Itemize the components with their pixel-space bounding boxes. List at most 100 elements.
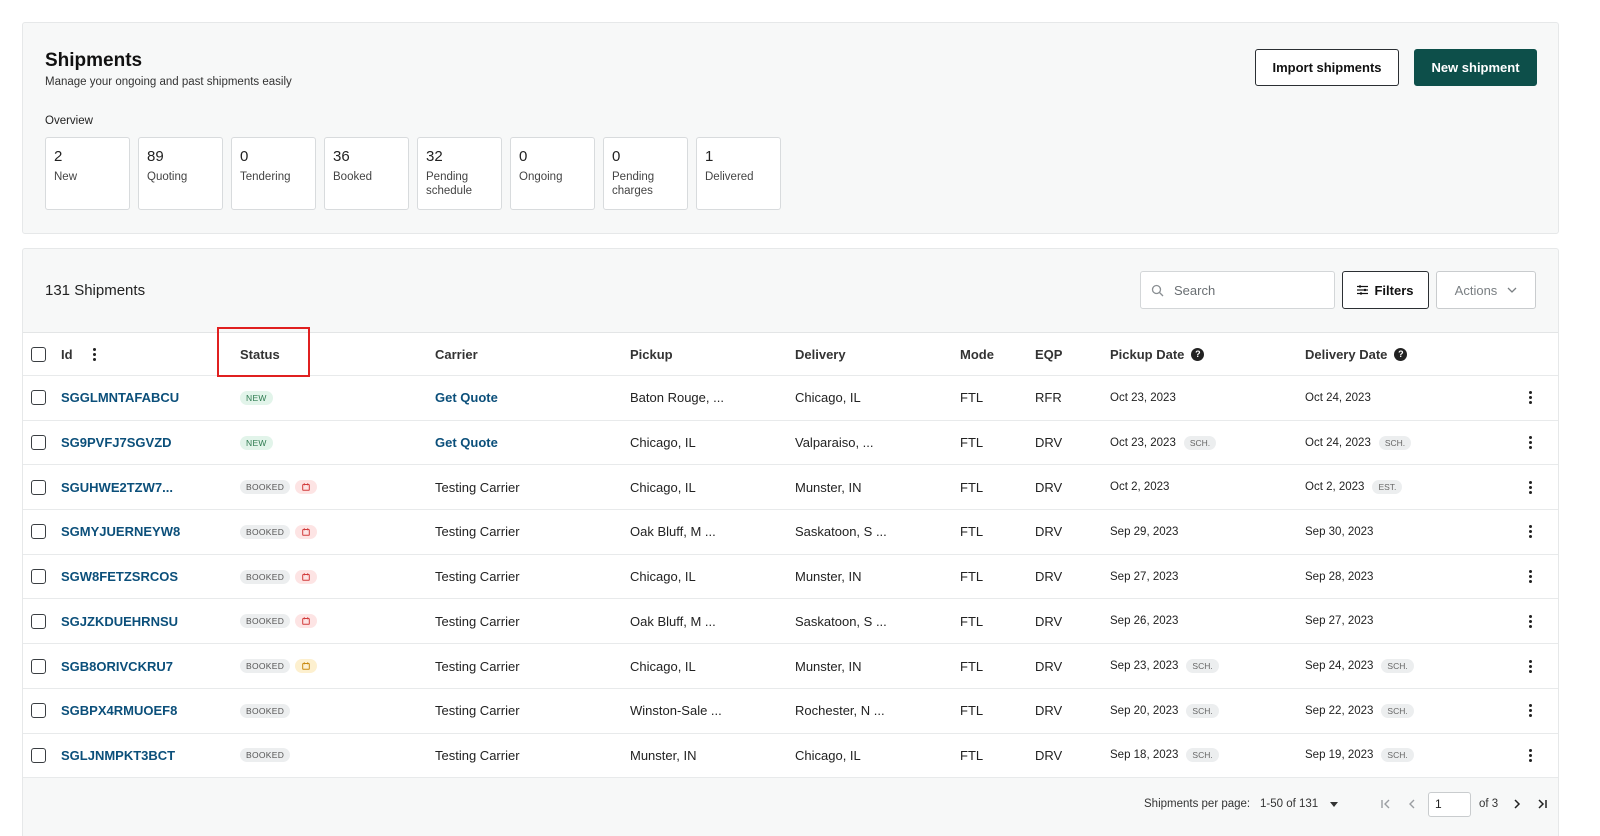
delivery-date: Oct 24, 2023 bbox=[1305, 391, 1371, 404]
overview-stat-card[interactable]: 0 Tendering bbox=[231, 137, 316, 210]
pagination: Shipments per page: 1-50 of 131 of 3 bbox=[23, 789, 1558, 819]
shipment-id-link[interactable]: SGBPX4RMUOEF8 bbox=[61, 703, 177, 718]
overview-stat-card[interactable]: 0 Ongoing bbox=[510, 137, 595, 210]
row-checkbox[interactable] bbox=[31, 569, 46, 585]
eqp-value: RFR bbox=[1035, 390, 1062, 406]
delivery-date-cell: Sep 30, 2023 bbox=[1305, 510, 1373, 554]
overview-stat-card[interactable]: 32 Pending schedule bbox=[417, 137, 502, 210]
stat-value: 2 bbox=[54, 148, 63, 165]
delivery-date: Sep 22, 2023 bbox=[1305, 704, 1374, 717]
column-header-carrier[interactable]: Carrier bbox=[435, 333, 478, 375]
column-header-pickup[interactable]: Pickup bbox=[630, 333, 673, 375]
table-row[interactable]: SGBPX4RMUOEF8 BOOKED Testing Carrier Winsto… bbox=[23, 689, 1558, 734]
next-page-button[interactable] bbox=[1512, 789, 1522, 819]
filters-button[interactable]: Filters bbox=[1342, 271, 1429, 309]
status-column-highlight bbox=[217, 327, 310, 377]
eqp-value: DRV bbox=[1035, 435, 1063, 451]
column-header-mode[interactable]: Mode bbox=[960, 333, 994, 375]
row-menu-kebab-icon[interactable] bbox=[1529, 436, 1532, 450]
row-checkbox[interactable] bbox=[31, 658, 46, 674]
row-menu-kebab-icon[interactable] bbox=[1529, 525, 1532, 539]
search-input[interactable] bbox=[1174, 282, 1324, 298]
row-checkbox[interactable] bbox=[31, 524, 46, 540]
kebab-icon[interactable] bbox=[92, 347, 96, 361]
row-menu-kebab-icon[interactable] bbox=[1529, 659, 1532, 673]
stat-label: Delivered bbox=[705, 171, 754, 183]
help-icon[interactable]: ? bbox=[1394, 347, 1408, 361]
select-all-checkbox[interactable] bbox=[31, 346, 46, 362]
calendar-icon bbox=[302, 662, 310, 670]
table-row[interactable]: SGMYJUERNEYW8 BOOKED Testing Carrier Oak Bl… bbox=[23, 510, 1558, 555]
row-menu-kebab-icon[interactable] bbox=[1529, 480, 1532, 494]
column-header-delivery[interactable]: Delivery bbox=[795, 333, 846, 375]
import-shipments-button[interactable]: Import shipments bbox=[1255, 49, 1399, 86]
status-cell: BOOKED bbox=[240, 465, 318, 509]
column-header-eqp[interactable]: EQP bbox=[1035, 333, 1062, 375]
schedule-alert-badge[interactable] bbox=[295, 524, 318, 539]
pickup-date-cell: Sep 29, 2023 bbox=[1110, 510, 1178, 554]
last-page-button[interactable] bbox=[1536, 789, 1548, 819]
table-row[interactable]: SGLJNMPKT3BCT BOOKED Testing Carrier Munste… bbox=[23, 734, 1558, 779]
actions-dropdown[interactable]: Actions bbox=[1436, 271, 1536, 309]
get-quote-link[interactable]: Get Quote bbox=[435, 435, 498, 450]
row-checkbox[interactable] bbox=[31, 613, 46, 629]
row-checkbox[interactable] bbox=[31, 435, 46, 451]
new-shipment-button[interactable]: New shipment bbox=[1414, 49, 1537, 86]
shipment-id-link[interactable]: SGB8ORIVCKRU7 bbox=[61, 659, 173, 674]
overview-stat-card[interactable]: 36 Booked bbox=[324, 137, 409, 210]
row-checkbox[interactable] bbox=[31, 390, 46, 406]
shipment-id-link[interactable]: SGMYJUERNEYW8 bbox=[61, 524, 180, 539]
overview-stat-card[interactable]: 1 Delivered bbox=[696, 137, 781, 210]
table-row[interactable]: SGB8ORIVCKRU7 BOOKED Testing Carrier Chicag… bbox=[23, 644, 1558, 689]
row-checkbox[interactable] bbox=[31, 479, 46, 495]
carrier-name: Testing Carrier bbox=[435, 613, 520, 629]
mode-value: FTL bbox=[960, 747, 984, 763]
row-menu-kebab-icon[interactable] bbox=[1529, 391, 1532, 405]
overview-stat-card[interactable]: 89 Quoting bbox=[138, 137, 223, 210]
table-row[interactable]: SG9PVFJ7SGVZD NEW Get Quote Chicago, IL Valp… bbox=[23, 421, 1558, 466]
shipment-id-link[interactable]: SGLJNMPKT3BCT bbox=[61, 748, 175, 763]
schedule-alert-badge[interactable] bbox=[295, 480, 318, 495]
shipment-id-link[interactable]: SGGLMNTAFABCU bbox=[61, 390, 179, 405]
table-row[interactable]: SGUHWE2TZW7... BOOKED Testing Carrier Chica… bbox=[23, 465, 1558, 511]
table-row[interactable]: SGGLMNTAFABCU NEW Get Quote Baton Rouge, ..… bbox=[23, 376, 1558, 421]
get-quote-link[interactable]: Get Quote bbox=[435, 390, 498, 405]
mode-value: FTL bbox=[960, 569, 984, 585]
row-menu-kebab-icon[interactable] bbox=[1529, 570, 1532, 584]
calendar-icon bbox=[302, 483, 310, 492]
shipment-id-link[interactable]: SGW8FETZSRCOS bbox=[61, 569, 178, 584]
shipment-id-link[interactable]: SGUHWE2TZW7... bbox=[61, 480, 173, 495]
page-number-input[interactable] bbox=[1428, 791, 1471, 817]
row-menu-kebab-icon[interactable] bbox=[1529, 614, 1532, 628]
row-menu-kebab-icon[interactable] bbox=[1529, 704, 1532, 718]
table-row[interactable]: SGW8FETZSRCOS BOOKED Testing Carrier Chicag… bbox=[23, 555, 1558, 600]
pickup-location: Munster, IN bbox=[630, 747, 697, 763]
page-title: Shipments bbox=[45, 50, 143, 71]
pickup-location: Oak Bluff, M ... bbox=[630, 613, 716, 629]
stat-value: 89 bbox=[147, 148, 164, 165]
schedule-alert-badge[interactable] bbox=[295, 659, 318, 674]
last-page-icon bbox=[1538, 799, 1547, 809]
shipment-id-link[interactable]: SGJZKDUEHRNSU bbox=[61, 614, 178, 629]
eqp-value: DRV bbox=[1035, 613, 1063, 629]
schedule-alert-badge[interactable] bbox=[295, 614, 318, 629]
schedule-alert-badge[interactable] bbox=[295, 569, 318, 584]
calendar-icon bbox=[302, 528, 310, 536]
column-header-id[interactable]: Id bbox=[61, 347, 73, 362]
per-page-select[interactable]: 1-50 of 131 bbox=[1260, 789, 1339, 819]
row-checkbox[interactable] bbox=[31, 747, 46, 763]
search-box[interactable] bbox=[1140, 271, 1335, 309]
overview-stat-card[interactable]: 2 New bbox=[45, 137, 130, 210]
row-menu-kebab-icon[interactable] bbox=[1529, 748, 1532, 762]
help-icon[interactable]: ? bbox=[1191, 347, 1205, 361]
mode-value: FTL bbox=[960, 479, 984, 495]
pickup-location: Oak Bluff, M ... bbox=[630, 524, 716, 540]
first-page-button[interactable] bbox=[1380, 789, 1392, 819]
table-row[interactable]: SGJZKDUEHRNSU BOOKED Testing Carrier Oak Bl… bbox=[23, 600, 1558, 645]
shipment-id-link[interactable]: SG9PVFJ7SGVZD bbox=[61, 435, 172, 450]
column-header-delivery-date[interactable]: Delivery Date bbox=[1305, 347, 1387, 362]
row-checkbox[interactable] bbox=[31, 703, 46, 719]
overview-stat-card[interactable]: 0 Pending charges bbox=[603, 137, 688, 210]
column-header-pickup-date[interactable]: Pickup Date bbox=[1110, 347, 1184, 362]
prev-page-button[interactable] bbox=[1407, 789, 1417, 819]
